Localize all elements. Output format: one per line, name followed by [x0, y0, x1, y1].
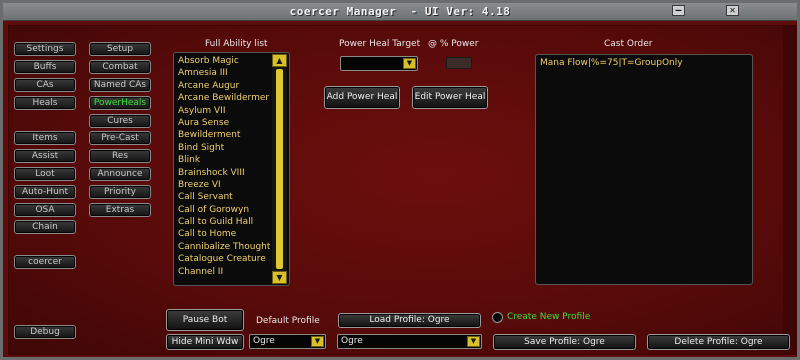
list-item[interactable]: Catalogue Creature — [178, 253, 270, 265]
percent-power-field[interactable] — [446, 57, 472, 69]
list-item[interactable]: Amnesia III — [178, 67, 270, 79]
nav-items-button[interactable]: Items — [14, 131, 76, 145]
default-profile-label: Default Profile — [256, 316, 320, 326]
nav-res-button[interactable]: Res — [89, 149, 151, 163]
list-item[interactable]: Bewilderment — [178, 129, 270, 141]
scroll-down-icon[interactable]: ▼ — [272, 271, 287, 284]
nav-buffs-button[interactable]: Buffs — [14, 60, 76, 74]
minimize-button[interactable]: — — [672, 5, 685, 16]
nav-priority-button[interactable]: Priority — [89, 185, 151, 199]
ability-list-title: Full Ability list — [205, 39, 268, 49]
chevron-down-icon[interactable]: ▼ — [467, 336, 480, 347]
add-power-heal-button[interactable]: Add Power Heal — [324, 86, 400, 109]
scrollbar-thumb[interactable] — [276, 69, 283, 269]
nav-cas-button[interactable]: CAs — [14, 78, 76, 92]
load-profile-button[interactable]: Load Profile: Ogre — [338, 313, 481, 328]
save-profile-button[interactable]: Save Profile: Ogre — [493, 334, 636, 350]
nav-extras-button[interactable]: Extras — [89, 203, 151, 217]
list-item[interactable]: Call of Gorowyn — [178, 204, 270, 216]
character-button[interactable]: coercer — [14, 255, 76, 269]
create-profile-radio[interactable] — [492, 312, 503, 323]
nav-osa-button[interactable]: OSA — [14, 203, 76, 217]
nav-pre-cast-button[interactable]: Pre-Cast — [89, 131, 151, 145]
nav-powerheals-button[interactable]: PowerHeals — [89, 96, 151, 110]
ability-list[interactable]: Absorb Magic Amnesia III Arcane Augur Ar… — [178, 55, 270, 287]
list-item[interactable]: Asylum VII — [178, 105, 270, 117]
scroll-up-icon[interactable]: ▲ — [272, 54, 287, 67]
debug-button[interactable]: Debug — [14, 325, 76, 339]
list-item[interactable]: Call to Guild Hall — [178, 216, 270, 228]
list-item[interactable]: Channel II — [178, 266, 270, 278]
nav-chain-button[interactable]: Chain — [14, 220, 76, 234]
title-bar[interactable]: coercer Manager - UI Ver: 4.18 — ✕ — [3, 3, 797, 21]
percent-power-label: @ % Power — [428, 39, 479, 49]
nav-loot-button[interactable]: Loot — [14, 167, 76, 181]
nav-setup-button[interactable]: Setup — [89, 42, 151, 56]
nav-named-cas-button[interactable]: Named CAs — [89, 78, 151, 92]
nav-auto-hunt-button[interactable]: Auto-Hunt — [14, 185, 76, 199]
profile-value: Ogre — [341, 336, 363, 346]
power-heal-target-label: Power Heal Target — [339, 39, 421, 49]
default-profile-value: Ogre — [253, 336, 275, 346]
hide-mini-window-button[interactable]: Hide Mini Wdw — [166, 334, 244, 350]
right-edge-bar — [783, 25, 797, 355]
create-profile-label[interactable]: Create New Profile — [507, 312, 590, 322]
list-item[interactable]: Bind Sight — [178, 142, 270, 154]
list-item[interactable]: Call to Home — [178, 228, 270, 240]
close-button[interactable]: ✕ — [726, 5, 739, 16]
profile-dropdown[interactable]: Ogre ▼ — [337, 334, 482, 349]
chevron-down-icon[interactable]: ▼ — [403, 58, 416, 69]
list-item[interactable]: Absorb Magic — [178, 55, 270, 67]
cast-order-panel[interactable]: Mana Flow|%=75|T=GroupOnly — [535, 54, 753, 285]
list-item[interactable]: Arcane Augur — [178, 80, 270, 92]
list-item[interactable]: Blink — [178, 154, 270, 166]
list-item[interactable]: Breeze VI — [178, 179, 270, 191]
edit-power-heal-button[interactable]: Edit Power Heal — [412, 86, 488, 109]
chevron-down-icon[interactable]: ▼ — [311, 336, 324, 347]
power-heal-target-dropdown[interactable]: ▼ — [340, 56, 418, 71]
delete-profile-button[interactable]: Delete Profile: Ogre — [647, 334, 790, 350]
coercer-manager-window: coercer Manager - UI Ver: 4.18 — ✕ Setti… — [0, 0, 800, 360]
nav-cures-button[interactable]: Cures — [89, 114, 151, 128]
list-item[interactable]: Cannibalize Thought — [178, 241, 270, 253]
nav-announce-button[interactable]: Announce — [89, 167, 151, 181]
ability-list-scrollbar[interactable]: ▲ ▼ — [272, 54, 287, 284]
default-profile-dropdown[interactable]: Ogre ▼ — [249, 334, 326, 349]
list-item[interactable]: Aura Sense — [178, 117, 270, 129]
list-item[interactable]: Mana Flow|%=75|T=GroupOnly — [540, 58, 683, 68]
ability-list-panel: Absorb Magic Amnesia III Arcane Augur Ar… — [173, 52, 290, 286]
nav-assist-button[interactable]: Assist — [14, 149, 76, 163]
nav-settings-button[interactable]: Settings — [14, 42, 76, 56]
nav-combat-button[interactable]: Combat — [89, 60, 151, 74]
list-item[interactable]: Arcane Bewildermer — [178, 92, 270, 104]
list-item[interactable]: Call Servant — [178, 191, 270, 203]
nav-heals-button[interactable]: Heals — [14, 96, 76, 110]
cast-order-title: Cast Order — [604, 39, 653, 49]
pause-bot-button[interactable]: Pause Bot — [166, 309, 244, 331]
list-item[interactable]: Brainshock VIII — [178, 167, 270, 179]
